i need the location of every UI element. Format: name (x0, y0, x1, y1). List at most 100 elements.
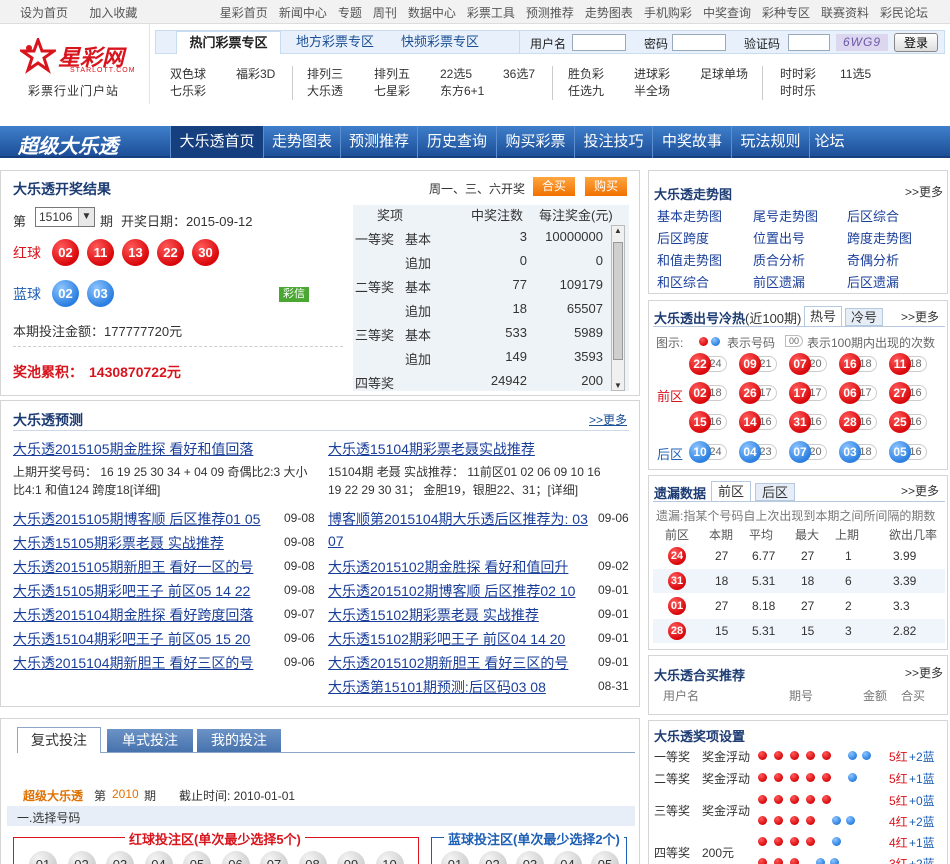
nav-item[interactable]: 大乐透首页 (170, 126, 263, 158)
predict-article-link[interactable]: 大乐透2015104期新胆王 看好三区的号 (13, 653, 253, 673)
scroll-thumb[interactable] (613, 242, 623, 360)
game-link[interactable]: 胜负彩 (568, 65, 604, 82)
captcha-image[interactable]: 6WG9 (836, 34, 888, 51)
tab-fast-lottery[interactable]: 快频彩票专区 (401, 31, 479, 54)
tab-my-bets[interactable]: 我的投注 (197, 729, 281, 752)
top-nav-link[interactable]: 专题 (338, 6, 362, 20)
top-nav-link[interactable]: 彩种专区 (762, 6, 810, 20)
game-link[interactable]: 七乐彩 (170, 82, 206, 99)
game-link[interactable]: 半全场 (634, 82, 670, 99)
game-link[interactable]: 进球彩 (634, 65, 670, 82)
hot-red-ball[interactable]: 27 (889, 382, 911, 404)
group-buy-button[interactable]: 合买 (533, 177, 575, 196)
predict-more-link[interactable]: >>更多 (589, 411, 627, 428)
predict-article-link[interactable]: 大乐透2015105期新胆王 看好一区的号 (13, 557, 253, 577)
game-link[interactable]: 双色球 (170, 65, 206, 82)
hot-blue-ball[interactable]: 07 (789, 441, 811, 463)
tab-hot-numbers[interactable]: 热号 (804, 306, 842, 326)
predict-article-link[interactable]: 大乐透2015102期博客顺 后区推荐02 10 (328, 581, 575, 601)
trend-more-link[interactable]: >>更多 (905, 183, 943, 200)
nav-item[interactable]: 预测推荐 (340, 126, 417, 158)
hot-blue-ball[interactable]: 03 (839, 441, 861, 463)
top-nav-link[interactable]: 星彩首页 (220, 6, 268, 20)
top-nav-link[interactable]: 彩民论坛 (880, 6, 928, 20)
scroll-down-icon[interactable]: ▼ (614, 381, 622, 390)
predict-article-link[interactable]: 博客顺第2015104期大乐透后区推荐为: 03 (328, 509, 588, 529)
predict-headline-right[interactable]: 大乐透15104期彩票老聂实战推荐 (328, 439, 535, 459)
game-link[interactable]: 福彩3D (236, 65, 275, 82)
top-nav-link[interactable]: 中奖查询 (703, 6, 751, 20)
tab-back-zone[interactable]: 后区 (755, 483, 795, 501)
trend-chart-link[interactable]: 后区综合 (847, 206, 899, 225)
top-nav-link[interactable]: 预测推荐 (526, 6, 574, 20)
game-link[interactable]: 东方6+1 (440, 82, 484, 99)
site-logo[interactable]: 星彩网 STARLOTT.COM 彩票行业门户站 (0, 24, 150, 104)
predict-article-link[interactable]: 大乐透第15101期预测:后区码03 08 (328, 677, 546, 697)
hot-red-ball[interactable]: 06 (839, 382, 861, 404)
top-nav-link[interactable]: 数据中心 (408, 6, 456, 20)
hot-blue-ball[interactable]: 10 (689, 441, 711, 463)
predict-article-link[interactable]: 大乐透2015104期金胜探 看好跨度回落 (13, 605, 253, 625)
hot-red-ball[interactable]: 26 (739, 382, 761, 404)
trend-chart-link[interactable]: 后区遗漏 (847, 272, 899, 291)
trend-chart-link[interactable]: 位置出号 (753, 228, 805, 247)
nav-item[interactable]: 投注技巧 (574, 126, 652, 158)
predict-article-link[interactable]: 大乐透2015105期博客顺 后区推荐01 05 (13, 509, 260, 529)
tab-hot-lottery[interactable]: 热门彩票专区 (176, 31, 281, 54)
hot-cold-more-link[interactable]: >>更多 (901, 308, 939, 325)
predict-article-link[interactable]: 大乐透15102期彩吧王子 前区04 14 20 (328, 629, 565, 649)
hot-red-ball[interactable]: 17 (789, 382, 811, 404)
nav-item[interactable]: 购买彩票 (496, 126, 574, 158)
group-buy-more-link[interactable]: >>更多 (905, 664, 943, 681)
trend-chart-link[interactable]: 和区综合 (657, 272, 709, 291)
tab-single-bet[interactable]: 单式投注 (107, 729, 193, 752)
miss-more-link[interactable]: >>更多 (901, 482, 939, 499)
top-nav-link[interactable]: 彩票工具 (467, 6, 515, 20)
hot-red-ball[interactable]: 07 (789, 353, 811, 375)
hot-red-ball[interactable]: 14 (739, 411, 761, 433)
issue-select[interactable]: 15106 ▼ (35, 207, 95, 227)
game-link[interactable]: 大乐透 (307, 82, 343, 99)
trend-chart-link[interactable]: 奇偶分析 (847, 250, 899, 269)
hot-red-ball[interactable]: 28 (839, 411, 861, 433)
top-nav-link[interactable]: 新闻中心 (279, 6, 327, 20)
tab-compound-bet[interactable]: 复式投注 (17, 727, 101, 753)
scroll-up-icon[interactable]: ▲ (614, 226, 622, 235)
nav-brand[interactable]: 超级大乐透 (18, 130, 118, 159)
top-nav-link[interactable]: 周刊 (373, 6, 397, 20)
game-link[interactable]: 足球单场 (700, 65, 748, 82)
tab-local-lottery[interactable]: 地方彩票专区 (296, 31, 374, 54)
predict-article-link[interactable]: 大乐透2015102期金胜探 看好和值回升 (328, 557, 568, 577)
trend-chart-link[interactable]: 前区遗漏 (753, 272, 805, 291)
nav-item[interactable]: 历史查询 (417, 126, 496, 158)
game-link[interactable]: 时时彩 (780, 65, 816, 82)
hot-red-ball[interactable]: 25 (889, 411, 911, 433)
game-link[interactable]: 22选5 (440, 65, 472, 82)
predict-article-link[interactable]: 大乐透15105期彩吧王子 前区05 14 22 (13, 581, 250, 601)
add-favorite-link[interactable]: 加入收藏 (89, 6, 137, 20)
top-nav-link[interactable]: 走势图表 (585, 6, 633, 20)
game-link[interactable]: 任选九 (568, 82, 604, 99)
predict-article-link-cont[interactable]: 07 (328, 533, 344, 549)
predict-article-link[interactable]: 大乐透2015102期新胆王 看好三区的号 (328, 653, 568, 673)
captcha-input[interactable] (788, 34, 830, 51)
top-nav-link[interactable]: 联赛资料 (821, 6, 869, 20)
set-homepage-link[interactable]: 设为首页 (20, 6, 68, 20)
nav-item[interactable]: 论坛 (809, 126, 849, 158)
game-link[interactable]: 七星彩 (374, 82, 410, 99)
password-input[interactable] (672, 34, 726, 51)
predict-article-link[interactable]: 大乐透15105期彩票老聂 实战推荐 (13, 533, 224, 553)
mms-badge[interactable]: 彩信 (279, 287, 309, 302)
hot-red-ball[interactable]: 22 (689, 353, 711, 375)
hot-red-ball[interactable]: 02 (689, 382, 711, 404)
nav-item[interactable]: 中奖故事 (652, 126, 731, 158)
trend-chart-link[interactable]: 尾号走势图 (753, 206, 818, 225)
tab-front-zone[interactable]: 前区 (711, 481, 751, 501)
nav-item[interactable]: 玩法规则 (731, 126, 809, 158)
game-link[interactable]: 排列三 (307, 65, 343, 82)
game-link[interactable]: 11选5 (840, 65, 871, 82)
hot-blue-ball[interactable]: 04 (739, 441, 761, 463)
table-scrollbar[interactable]: ▲ ▼ (611, 225, 625, 391)
trend-chart-link[interactable]: 跨度走势图 (847, 228, 912, 247)
hot-red-ball[interactable]: 15 (689, 411, 711, 433)
